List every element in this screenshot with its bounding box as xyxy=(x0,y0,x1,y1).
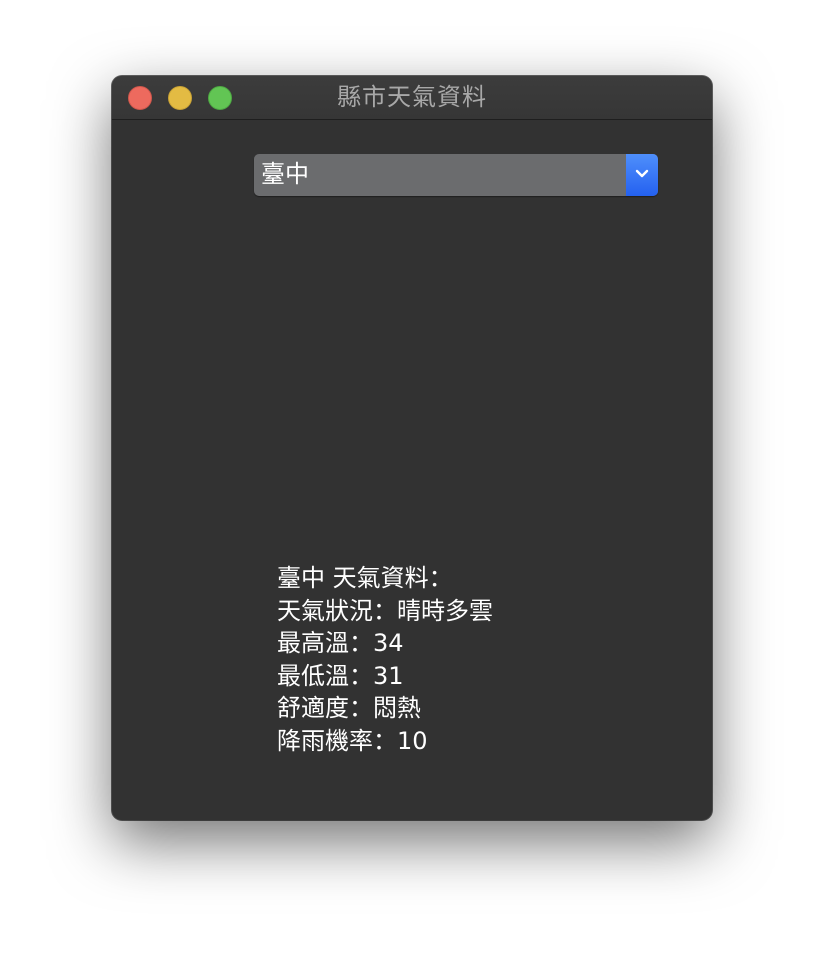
city-select-value: 臺中 xyxy=(261,160,309,188)
comfort-level: 舒適度：悶熱 xyxy=(277,694,421,722)
min-temperature: 最低溫：31 xyxy=(277,661,404,690)
weather-condition: 天氣狀況：晴時多雲 xyxy=(277,596,493,625)
app-window: 縣市天氣資料 臺中 臺中 天氣資料： 天氣狀況：晴時多雲 最高溫：34 最低溫：… xyxy=(112,76,712,820)
window-title: 縣市天氣資料 xyxy=(337,83,487,111)
chevron-down-icon xyxy=(635,169,649,178)
max-temperature: 最高溫：34 xyxy=(277,629,404,657)
city-select[interactable]: 臺中 xyxy=(254,154,658,196)
city-select-arrow[interactable] xyxy=(626,154,658,196)
rain-probability: 降雨機率：10 xyxy=(277,726,428,755)
weather-info-panel: 臺中 天氣資料： 天氣狀況：晴時多雲 最高溫：34 最低溫：31 舒適度：悶熱 … xyxy=(277,562,493,757)
title-bar[interactable]: 縣市天氣資料 xyxy=(112,76,712,120)
weather-info-heading: 臺中 天氣資料： xyxy=(277,564,453,592)
